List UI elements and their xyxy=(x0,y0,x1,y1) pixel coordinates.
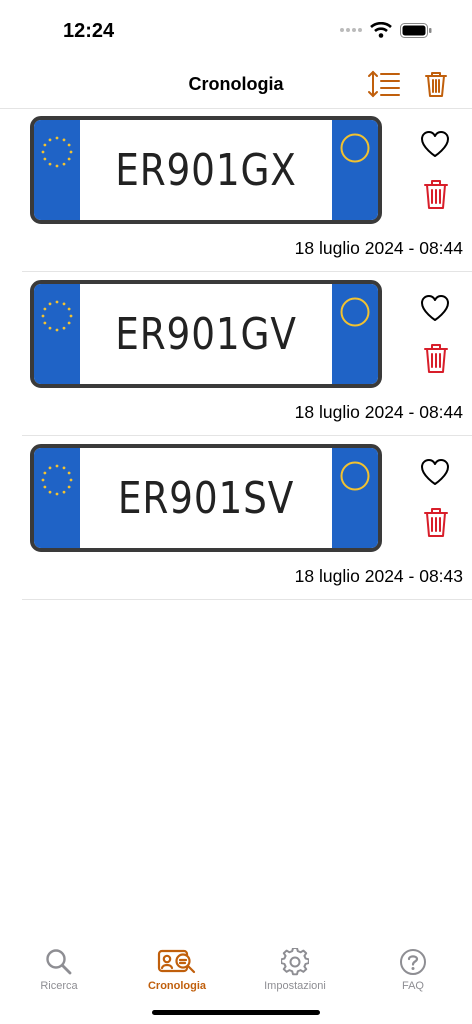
history-item[interactable]: ER901SV 18 luglio 2024 - 08:43 xyxy=(22,436,472,600)
province-band xyxy=(332,120,378,220)
sort-button[interactable] xyxy=(364,66,404,102)
license-plate: ER901GX xyxy=(30,116,382,224)
delete-button[interactable] xyxy=(418,502,454,542)
timestamp: 18 luglio 2024 - 08:43 xyxy=(294,566,463,586)
province-circle-icon xyxy=(340,461,370,491)
eu-stars-icon xyxy=(41,464,73,496)
trash-icon xyxy=(425,72,447,97)
history-icon xyxy=(157,949,196,974)
tab-label: FAQ xyxy=(401,980,424,992)
favorite-button[interactable] xyxy=(417,290,453,326)
question-icon xyxy=(400,949,426,975)
delete-button[interactable] xyxy=(418,338,454,378)
status-icons xyxy=(340,22,432,38)
history-list: ER901GX 18 luglio 2024 - 08:44 ER901GV 1… xyxy=(22,108,472,600)
tab-faq[interactable]: FAQ xyxy=(354,928,472,992)
eu-stars-icon xyxy=(41,300,73,332)
plate-number: ER901SV xyxy=(117,472,295,524)
province-band xyxy=(332,284,378,384)
favorite-button[interactable] xyxy=(417,126,453,162)
signal-icon xyxy=(340,28,362,32)
navigation-bar: Cronologia xyxy=(0,60,472,109)
gear-icon xyxy=(281,948,309,976)
eu-band xyxy=(34,284,80,384)
plate-number: ER901GV xyxy=(115,308,297,360)
trash-icon xyxy=(424,180,448,209)
timestamp: 18 luglio 2024 - 08:44 xyxy=(294,402,463,422)
eu-stars-icon xyxy=(41,136,73,168)
tab-impostazioni[interactable]: Impostazioni xyxy=(236,928,354,992)
home-indicator xyxy=(152,1010,320,1015)
eu-band xyxy=(34,448,80,548)
tab-ricerca[interactable]: Ricerca xyxy=(0,928,118,992)
tab-label: Cronologia xyxy=(147,980,207,992)
status-bar: 12:24 xyxy=(0,0,472,60)
sort-icon xyxy=(368,70,400,98)
heart-icon xyxy=(421,131,449,157)
province-circle-icon xyxy=(340,297,370,327)
tab-cronologia[interactable]: Cronologia xyxy=(118,928,236,992)
battery-icon xyxy=(400,22,432,38)
timestamp: 18 luglio 2024 - 08:44 xyxy=(294,238,463,258)
delete-button[interactable] xyxy=(418,174,454,214)
wifi-icon xyxy=(370,22,392,38)
history-item[interactable]: ER901GV 18 luglio 2024 - 08:44 xyxy=(22,272,472,436)
heart-icon xyxy=(421,459,449,485)
status-time: 12:24 xyxy=(63,20,115,42)
license-plate: ER901SV xyxy=(30,444,382,552)
delete-all-button[interactable] xyxy=(416,66,456,102)
trash-icon xyxy=(424,508,448,537)
trash-icon xyxy=(424,344,448,373)
search-icon xyxy=(46,949,72,975)
province-band xyxy=(332,448,378,548)
eu-band xyxy=(34,120,80,220)
heart-icon xyxy=(421,295,449,321)
plate-number: ER901GX xyxy=(115,144,297,196)
province-circle-icon xyxy=(340,133,370,163)
tab-label: Impostazioni xyxy=(264,980,326,992)
tab-label: Ricerca xyxy=(40,980,78,992)
favorite-button[interactable] xyxy=(417,454,453,490)
history-item[interactable]: ER901GX 18 luglio 2024 - 08:44 xyxy=(22,108,472,272)
license-plate: ER901GV xyxy=(30,280,382,388)
